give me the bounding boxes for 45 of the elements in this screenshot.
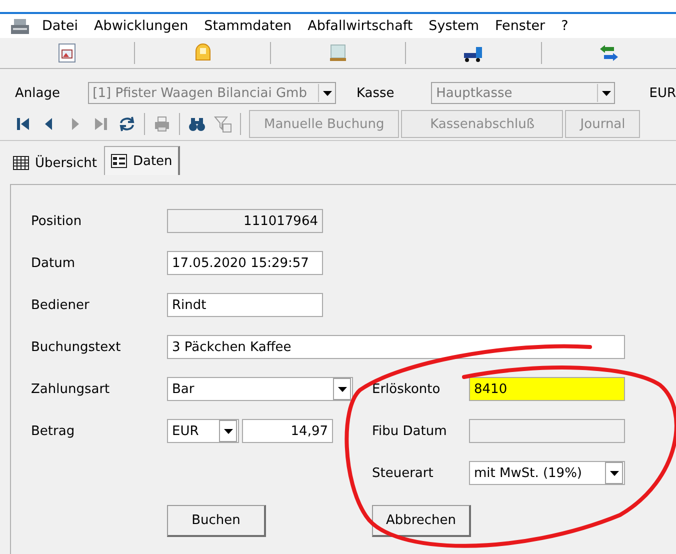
field-label: Steuerart (372, 466, 434, 480)
input-field[interactable]: 17.05.2020 15:29:57 (167, 251, 323, 275)
currency-label: EUR (649, 86, 676, 100)
search-icon[interactable] (188, 115, 206, 133)
caret-icon (224, 428, 232, 434)
input-field[interactable]: Rindt (167, 293, 323, 317)
currency-dropdown[interactable]: EUR (167, 419, 239, 443)
table-icon (13, 156, 29, 170)
menu-item[interactable]: Datei (34, 18, 86, 34)
field-label: Zahlungsart (31, 382, 111, 396)
caret-icon (322, 90, 332, 96)
caret-icon (602, 90, 611, 96)
menu-item[interactable]: ? (553, 18, 576, 34)
menu-item[interactable]: Abwicklungen (86, 18, 196, 34)
field-label: Buchungstext (31, 340, 122, 354)
field-label: Anlage (15, 86, 61, 100)
tab[interactable]: Daten (104, 146, 180, 175)
refresh-icon[interactable] (118, 115, 136, 133)
readonly-field[interactable] (469, 419, 625, 443)
field-label: Betrag (31, 424, 76, 438)
field-label: Kasse (356, 86, 396, 100)
field-label: Erlöskonto (372, 382, 442, 396)
picture-card-icon[interactable] (56, 42, 78, 64)
dialog-button[interactable]: Abbrechen (372, 505, 471, 537)
field-label: Datum (31, 256, 76, 270)
field-label: Fibu Datum (372, 424, 448, 438)
first-record-icon[interactable] (14, 115, 32, 133)
menu-item[interactable]: System (420, 18, 488, 34)
dropdown[interactable]: mit MwSt. (19%) (469, 461, 625, 485)
form-icon (110, 154, 127, 168)
menu-item[interactable]: Stammdaten (196, 18, 300, 34)
readonly-field[interactable]: 111017964 (167, 209, 323, 233)
menu-item[interactable]: Abfallwirtschaft (300, 18, 421, 34)
dialog-button[interactable]: Buchen (167, 505, 266, 537)
caret-icon (610, 470, 618, 476)
field-label: Position (31, 214, 83, 228)
caret-icon (338, 386, 346, 392)
input-field[interactable]: 8410 (469, 377, 625, 401)
amount-field[interactable]: 14,97 (242, 419, 333, 443)
exchange-arrows-icon[interactable] (598, 42, 620, 64)
field-label: Bediener (31, 298, 90, 312)
input-field[interactable]: 3 Päckchen Kaffee (167, 335, 625, 359)
dropdown[interactable]: Bar (167, 377, 353, 401)
menu-item[interactable]: Fenster (487, 18, 554, 34)
cash-register-icon[interactable] (10, 17, 30, 35)
